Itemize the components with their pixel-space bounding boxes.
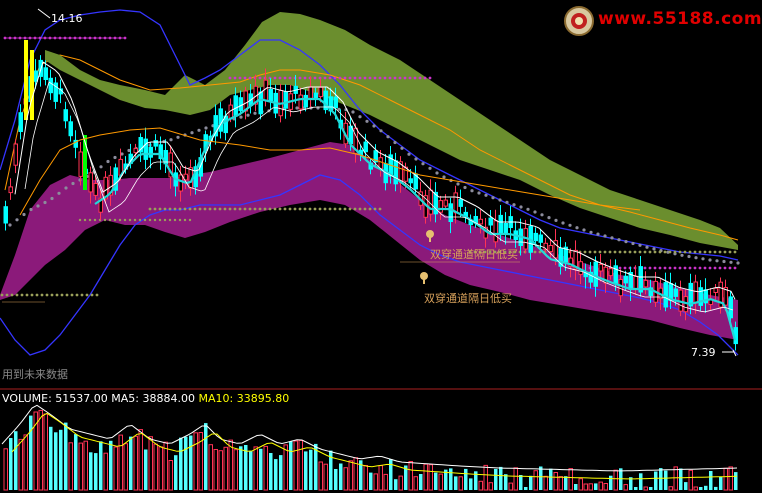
volume-value: 51537.00 — [55, 392, 108, 405]
stock-chart-canvas[interactable] — [0, 0, 762, 493]
ma5-label: MA5: — [111, 392, 140, 405]
site-logo: www.55188.com — [560, 3, 762, 37]
volume-bars — [3, 409, 738, 491]
upper-channel-band-left — [45, 50, 165, 110]
max-price-label: 14.16 — [51, 12, 83, 25]
ma10-value: 33895.80 — [236, 392, 290, 405]
ma5-value: 38884.00 — [142, 392, 196, 405]
volume-label: VOLUME: — [2, 392, 52, 405]
logo-emblem-icon — [564, 6, 594, 36]
max-price-pointer — [37, 8, 51, 19]
stock-chart-window: www.55188.com 14.16 7.39 用到未来数据 双穿通道隔日低买… — [0, 0, 762, 493]
watermark-text: www.55188.com — [598, 9, 762, 29]
ma10-label: MA10: — [198, 392, 234, 405]
min-price-label: 7.39 — [691, 346, 716, 359]
signal-label-1: 双穿通道隔日低买 — [430, 248, 518, 261]
volume-ma10-line — [11, 412, 738, 480]
future-data-note: 用到未来数据 — [2, 368, 68, 381]
volume-header: VOLUME: 51537.00 MA5: 38884.00 MA10: 338… — [2, 392, 289, 405]
signal-label-2: 双穿通道隔日低买 — [424, 292, 512, 305]
